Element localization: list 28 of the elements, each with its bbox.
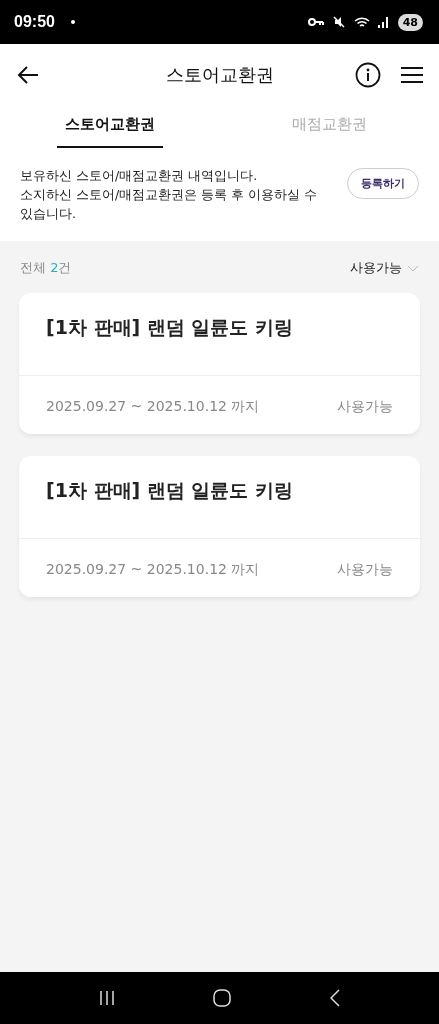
- register-button[interactable]: 등록하기: [347, 168, 419, 199]
- status-filter[interactable]: 사용가능: [350, 259, 419, 277]
- voucher-title: [1차 판매] 랜덤 일륜도 키링: [46, 316, 294, 338]
- signal-icon: [377, 16, 390, 28]
- page-title: 스토어교환권: [165, 62, 274, 87]
- home-icon[interactable]: [213, 989, 232, 1007]
- voucher-status: 사용가능: [337, 398, 393, 416]
- voucher-card[interactable]: [1차 판매] 랜덤 일륜도 키링 2025.09.27 ~ 2025.10.12 까지 사용가능: [19, 456, 420, 597]
- tab[interactable]: 스토어교환권: [0, 105, 220, 152]
- voucher-title: [1차 판매] 랜덤 일륜도 키링: [46, 479, 294, 501]
- mute-icon: [331, 15, 346, 29]
- notification-dot-icon: [70, 20, 75, 24]
- voucher-status: 사용가능: [337, 561, 393, 579]
- total-count: 전체 2건: [20, 259, 72, 277]
- chevron-down-icon: [407, 264, 419, 272]
- back-nav-icon[interactable]: [329, 989, 340, 1007]
- voucher-card[interactable]: [1차 판매] 랜덤 일륜도 키링 2025.09.27 ~ 2025.10.12 까지 사용가능: [19, 293, 420, 434]
- status-time: 09:50: [14, 13, 55, 31]
- battery-level: 48: [397, 13, 423, 31]
- menu-button[interactable]: [401, 66, 423, 83]
- info-button[interactable]: [355, 61, 381, 88]
- back-button[interactable]: [16, 64, 40, 85]
- notice-text: 보유하신 스토어/매점교환권 내역입니다. 소지하신 스토어/매점교환권은 등록 후 이용하실 수 있습니다.: [20, 167, 319, 223]
- voucher-period: 2025.09.27 ~ 2025.10.12 까지: [46, 398, 260, 416]
- voucher-period: 2025.09.27 ~ 2025.10.12 까지: [46, 561, 260, 579]
- wifi-icon: [353, 15, 370, 29]
- key-icon: [307, 17, 324, 27]
- recent-apps-icon[interactable]: [99, 990, 116, 1006]
